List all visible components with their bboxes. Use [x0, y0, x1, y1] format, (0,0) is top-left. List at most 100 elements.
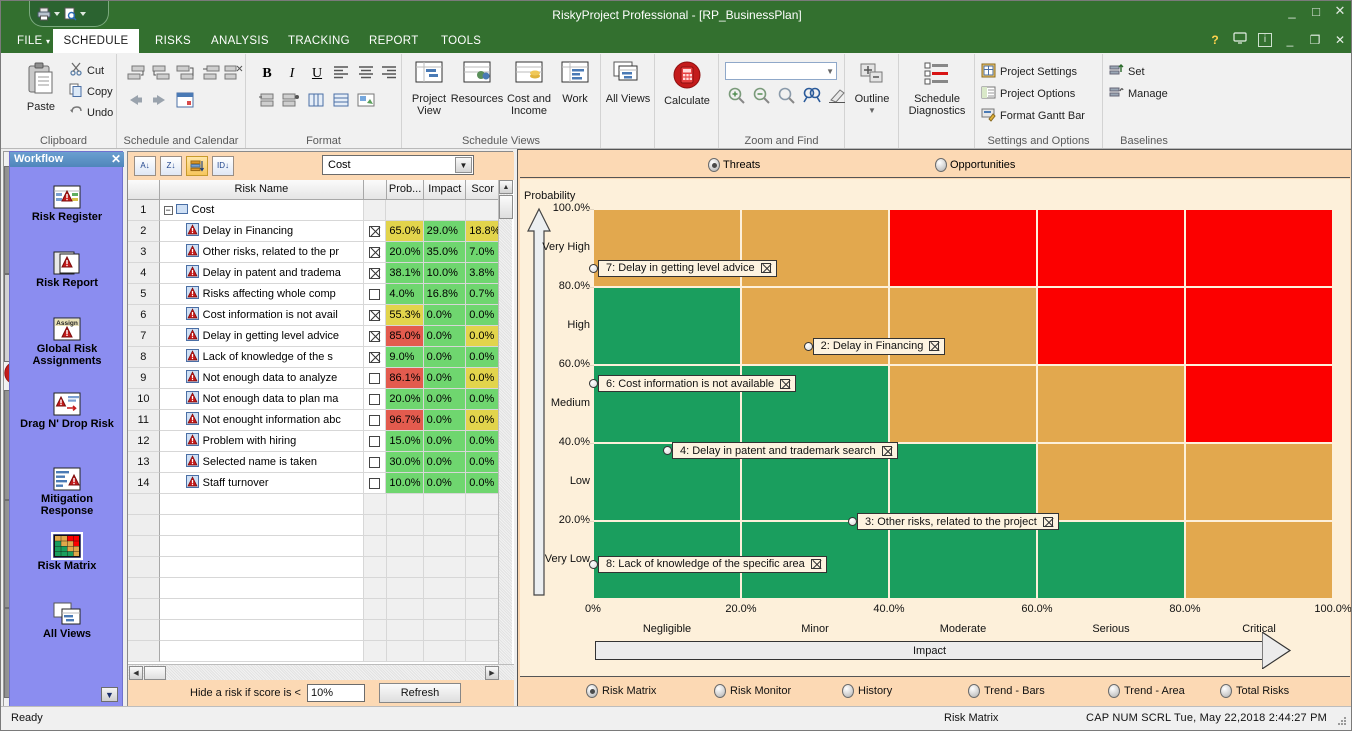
cell-enabled-checkbox[interactable] [363, 347, 387, 368]
help-icon[interactable]: ? [1208, 33, 1222, 47]
project-settings-button[interactable]: Project Settings [981, 63, 1077, 81]
paste-button[interactable]: Paste [17, 62, 65, 113]
checkbox[interactable] [368, 393, 380, 405]
risk-callout-close-icon[interactable] [810, 559, 821, 570]
tab-tracking[interactable]: TRACKING [276, 29, 362, 53]
cell-enabled-checkbox[interactable] [363, 242, 387, 263]
tab-total-risks-radio[interactable] [1220, 683, 1232, 698]
move-task-icon[interactable] [200, 64, 222, 84]
tab-trend-area-radio[interactable] [1108, 683, 1120, 698]
workflow-item-drag-n-drop-risk[interactable]: Drag N' Drop Risk [20, 392, 114, 430]
risk-marker[interactable] [803, 341, 813, 351]
risk-callout-close-icon[interactable] [760, 263, 771, 273]
tab-risk-matrix-radio[interactable] [586, 683, 598, 698]
tab-risk-monitor[interactable]: Risk Monitor [714, 683, 791, 698]
cell-enabled-checkbox[interactable] [363, 389, 387, 410]
table-row[interactable]: 14 Staff turnover 10.0% 0.0% 0.0% [128, 473, 500, 494]
resources-button[interactable]: Resources [450, 60, 504, 105]
cell-enabled-checkbox[interactable] [363, 410, 387, 431]
resize-grip-icon[interactable] [1336, 715, 1348, 727]
cell-risk-name[interactable]: − Cost [159, 200, 364, 221]
copy-button[interactable]: Copy [69, 83, 113, 100]
checkbox[interactable] [368, 351, 380, 363]
grid-columns-icon[interactable] [306, 92, 328, 112]
tab-schedule[interactable]: SCHEDULE [53, 29, 139, 53]
workflow-item-mitigation-response[interactable]: Mitigation Response [20, 467, 114, 517]
matrix-cell[interactable] [1185, 443, 1333, 521]
workflow-item-risk-report[interactable]: Risk Report [20, 251, 114, 289]
tab-trend-area[interactable]: Trend - Area [1108, 683, 1185, 698]
info-icon[interactable]: i [1258, 32, 1272, 47]
calculate-button[interactable]: Calculate [659, 60, 715, 107]
matrix-cell[interactable] [1185, 287, 1333, 365]
close-button[interactable]: ✕ [1333, 3, 1347, 19]
cell-risk-name[interactable]: Not enough data to analyze [159, 368, 364, 389]
risk-marker[interactable] [589, 263, 598, 273]
cell-enabled-checkbox[interactable] [363, 263, 387, 284]
grid-header-impact[interactable]: Impact [424, 180, 467, 200]
tab-analysis[interactable]: ANALYSIS [199, 29, 281, 53]
table-row[interactable]: 3 Other risks, related to the pr 20.0% 35.0… [128, 242, 500, 263]
previous-icon[interactable] [125, 92, 147, 112]
hscroll-thumb[interactable] [144, 666, 166, 680]
checkbox[interactable] [368, 309, 380, 321]
risk-callout-close-icon[interactable] [1042, 516, 1053, 527]
find-icon[interactable] [802, 86, 824, 106]
calendar-icon[interactable] [175, 91, 197, 111]
zoom-reset-icon[interactable] [777, 86, 799, 106]
tab-history-radio[interactable] [842, 683, 854, 698]
underline-button[interactable]: U [306, 64, 328, 84]
scroll-right-button[interactable]: ▶ [485, 666, 499, 680]
maximize-button[interactable]: □ [1309, 4, 1323, 19]
format-gantt-bar-button[interactable]: Format Gantt Bar [981, 107, 1085, 125]
risk-callout[interactable]: 7: Delay in getting level advice [598, 259, 777, 277]
minimize-button[interactable]: _ [1285, 4, 1299, 19]
refresh-button[interactable]: Refresh [378, 683, 461, 703]
link-tasks-icon[interactable] [175, 64, 197, 84]
grid-header-risk-name[interactable]: Risk Name [159, 180, 365, 200]
matrix-cell[interactable] [1185, 365, 1333, 443]
matrix-cell[interactable] [889, 443, 1037, 521]
risk-callout-close-icon[interactable] [929, 341, 940, 351]
grid-horizontal-scrollbar[interactable]: ◀ ▶ [128, 664, 514, 680]
risk-marker[interactable] [589, 559, 598, 569]
align-right-icon[interactable] [379, 64, 401, 84]
tab-risk-monitor-radio[interactable] [714, 683, 726, 698]
matrix-cell[interactable] [1185, 209, 1333, 287]
next-icon[interactable] [150, 92, 172, 112]
zoom-combo-caret-icon[interactable]: ▼ [826, 67, 834, 76]
risk-callout[interactable]: 8: Lack of knowledge of the specific are… [598, 555, 827, 573]
undo-button[interactable]: Undo [69, 104, 113, 121]
picture-icon[interactable] [356, 92, 378, 112]
cell-enabled-checkbox[interactable] [363, 431, 387, 452]
table-row[interactable]: 2 Delay in Financing 65.0% 29.0% 18.8% [128, 221, 500, 242]
cost-and-income-button[interactable]: Cost and Income [504, 60, 554, 117]
project-view-button[interactable]: Project View [406, 60, 452, 117]
checkbox[interactable] [368, 456, 380, 468]
workflow-item-risk-matrix[interactable]: Risk Matrix [20, 532, 114, 572]
table-row[interactable]: 11 Not enought information abc 96.7% 0.0% 0.… [128, 410, 500, 431]
cell-enabled-checkbox[interactable] [363, 221, 387, 242]
workflow-item-global-risk-assignments[interactable]: Assign Global Risk Assignments [20, 317, 114, 367]
sort-id-button[interactable]: ID↓ [212, 156, 234, 176]
matrix-cell[interactable] [1037, 287, 1185, 365]
workflow-scroll-down-button[interactable]: ▼ [101, 687, 118, 702]
checkbox[interactable] [368, 267, 380, 279]
cell-risk-name[interactable]: Delay in patent and tradema [159, 263, 364, 284]
tab-history[interactable]: History [842, 683, 892, 698]
align-center-icon[interactable] [356, 64, 378, 84]
show-subtasks-icon[interactable] [281, 92, 303, 112]
grid-header-score[interactable]: Scor [466, 180, 500, 200]
radio-threats-button[interactable] [708, 157, 720, 172]
unlink-tasks-icon[interactable] [222, 64, 244, 84]
set-baseline-button[interactable]: Set [1109, 63, 1145, 81]
close-button-2[interactable]: ✕ [1333, 33, 1347, 47]
table-row[interactable]: 13 Selected name is taken 30.0% 0.0% 0.0% [128, 452, 500, 473]
radio-threats[interactable]: Threats [708, 157, 760, 172]
cell-risk-name[interactable]: Other risks, related to the pr [159, 242, 364, 263]
table-row[interactable]: 9 Not enough data to analyze 86.1% 0.0% 0.0% [128, 368, 500, 389]
bold-button[interactable]: B [256, 64, 278, 84]
matrix-cell[interactable] [1037, 209, 1185, 287]
scroll-up-button[interactable]: ▲ [499, 180, 513, 194]
checkbox[interactable] [368, 435, 380, 447]
